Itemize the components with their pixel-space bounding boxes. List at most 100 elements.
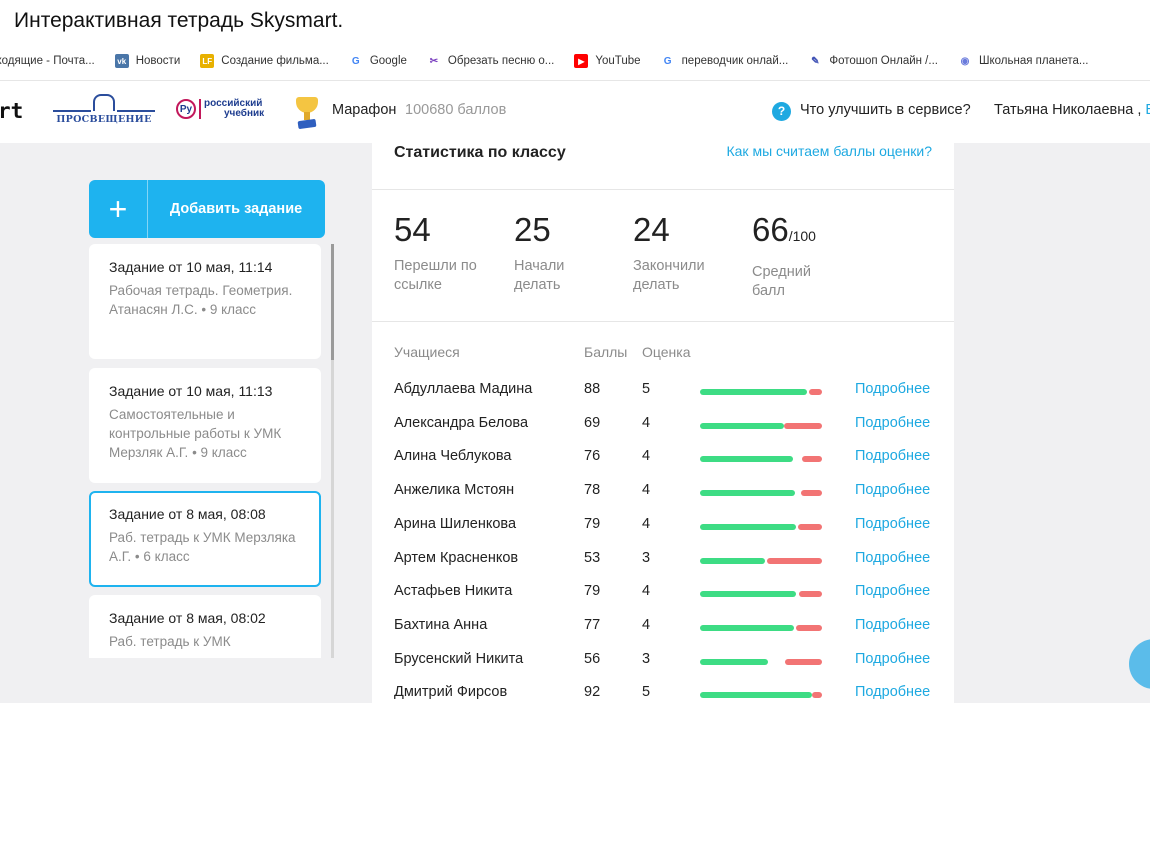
plus-icon: + [89, 180, 148, 238]
user-menu[interactable]: Татьяна Николаевна , В [994, 102, 1150, 118]
details-link[interactable]: Подробнее [855, 516, 930, 532]
trophy-icon[interactable] [293, 97, 321, 131]
table-row: Александра Белова 69 4 Подробнее [372, 415, 954, 449]
marathon-link[interactable]: Марафон [332, 102, 396, 118]
details-link[interactable]: Подробнее [855, 381, 930, 397]
bookmark-label: YouTube [595, 55, 641, 67]
details-link[interactable]: Подробнее [855, 550, 930, 566]
student-score: 79 [584, 515, 601, 532]
task-description: Рабочая тетрадь. Геометрия. Атанасян Л.С… [109, 283, 293, 317]
task-card[interactable]: Задание от 8 мая, 08:02 Раб. тетрадь к У… [89, 595, 321, 658]
bookmark-label: Новости [135, 55, 181, 67]
task-list[interactable]: Задание от 10 мая, 11:14 Рабочая тетрадь… [89, 244, 333, 658]
stat-average-value: 66/100 [752, 213, 842, 253]
score-progress-bar [700, 624, 822, 631]
photoshop-icon: ✎ [811, 55, 820, 67]
student-grade: 4 [642, 448, 651, 465]
logo-rule-right [117, 110, 155, 112]
russian-textbook-logo[interactable]: Ру российский учебник [176, 99, 264, 119]
table-row: Абдуллаева Мадина 88 5 Подробнее [372, 381, 954, 415]
task-title: Задание от 10 мая, 11:14 [109, 259, 273, 275]
logo-word-2: учебник [224, 108, 265, 119]
app-header: rt ПРОСВЕЩЕНИЕ Ру российский учебник Мар… [0, 80, 1150, 144]
task-description: Раб. тетрадь к УМК [109, 634, 231, 649]
wrong-segment [796, 624, 822, 631]
student-grade: 5 [642, 684, 651, 701]
table-row: Брусенский Никита 56 3 Подробнее [372, 651, 954, 685]
details-link[interactable]: Подробнее [855, 482, 930, 498]
stats-title: Статистика по классу [394, 144, 566, 161]
student-name: Артем Красненков [394, 549, 519, 566]
bookmark-item[interactable]: ✂ Обрезать песню о... [427, 54, 555, 68]
task-card[interactable]: Задание от 10 мая, 11:14 Рабочая тетрадь… [89, 244, 321, 359]
feedback-link[interactable]: Что улучшить в сервисе? [800, 102, 971, 118]
question-icon[interactable]: ? [772, 102, 791, 121]
correct-segment [700, 456, 793, 463]
wrong-segment [785, 658, 822, 665]
score-progress-bar [700, 692, 822, 699]
details-link[interactable]: Подробнее [855, 583, 930, 599]
task-card[interactable]: Задание от 10 мая, 11:13 Самостоятельные… [89, 368, 321, 483]
bookmark-item[interactable]: vk Новости [114, 54, 181, 68]
bookmarks-bar: ходящие - Почта... vk Новости LF Создание фи… [0, 48, 1150, 74]
stat-finished-label: Закончили делать [633, 258, 705, 293]
score-progress-bar [700, 456, 822, 463]
bookmark-item[interactable]: ▶ YouTube [574, 54, 641, 68]
student-grade: 4 [642, 414, 651, 431]
task-title: Задание от 10 мая, 11:13 [109, 383, 273, 399]
details-link[interactable]: Подробнее [855, 617, 930, 633]
task-card-selected[interactable]: Задание от 8 мая, 08:08 Раб. тетрадь к У… [89, 491, 321, 587]
bookmark-item[interactable]: G Google [349, 54, 407, 68]
correct-segment [700, 591, 796, 598]
student-grade: 3 [642, 650, 651, 667]
student-grade: 5 [642, 381, 651, 397]
scoring-info-link[interactable]: Как мы считаем баллы оценки? [726, 143, 932, 159]
score-progress-bar [700, 422, 822, 429]
details-link[interactable]: Подробнее [855, 448, 930, 464]
student-score: 92 [584, 684, 601, 701]
bookmark-item[interactable]: Gпереводчик онлай... [661, 54, 789, 68]
skysmart-logo[interactable]: rt [0, 99, 23, 123]
student-name: Астафьев Никита [394, 583, 513, 600]
student-name: Дмитрий Фирсов [394, 684, 508, 701]
correct-segment [700, 523, 796, 530]
bookmark-item[interactable]: LF Создание фильма... [200, 54, 329, 68]
student-grade: 4 [642, 616, 651, 633]
student-score: 78 [584, 482, 601, 499]
table-row: Арина Шиленкова 79 4 Подробнее [372, 516, 954, 550]
average-suffix: /100 [788, 228, 816, 244]
student-name: Анжелика Мстоян [394, 482, 515, 499]
logout-link[interactable]: В [1145, 102, 1150, 118]
wrong-segment [784, 422, 822, 429]
table-row: Дмитрий Фирсов 92 5 Подробнее [372, 684, 954, 703]
logo-divider [199, 99, 201, 119]
score-progress-bar [700, 523, 822, 530]
table-row: Астафьев Никита 79 4 Подробнее [372, 583, 954, 617]
bookmark-label: переводчик онлай... [681, 55, 789, 67]
logo-rule-left [53, 110, 91, 112]
prosveshchenie-logo[interactable]: ПРОСВЕЩЕНИЕ [53, 94, 155, 128]
average-number: 66 [752, 211, 789, 248]
student-name: Бахтина Анна [394, 616, 488, 633]
russian-textbook-logo-text: российский учебник [204, 99, 264, 119]
bookmark-item[interactable]: ✎ Фотошоп Онлайн /... [808, 54, 938, 68]
score-progress-bar [700, 557, 822, 564]
student-score: 79 [584, 583, 601, 600]
student-grade: 4 [642, 482, 651, 499]
bookmark-item[interactable]: ходящие - Почта... [0, 55, 95, 67]
task-list-scroll-thumb[interactable] [331, 244, 334, 360]
add-task-button[interactable]: + Добавить задание [89, 180, 325, 238]
trophy-base [297, 118, 317, 130]
score-progress-bar [700, 389, 822, 395]
chat-widget-button[interactable] [1129, 639, 1150, 689]
bookmark-item[interactable]: ◉ Школьная планета... [958, 54, 1089, 68]
prosveshchenie-logo-text: ПРОСВЕЩЕНИЕ [56, 114, 152, 125]
stat-started-value: 25 [514, 211, 551, 248]
task-description: Раб. тетрадь к УМК Мерзляка А.Г. • 6 кла… [109, 530, 296, 564]
details-link[interactable]: Подробнее [855, 415, 930, 431]
details-link[interactable]: Подробнее [855, 651, 930, 667]
student-score: 53 [584, 549, 601, 566]
student-name: Александра Белова [394, 414, 529, 431]
wrong-segment [801, 490, 822, 497]
details-link[interactable]: Подробнее [855, 684, 930, 700]
